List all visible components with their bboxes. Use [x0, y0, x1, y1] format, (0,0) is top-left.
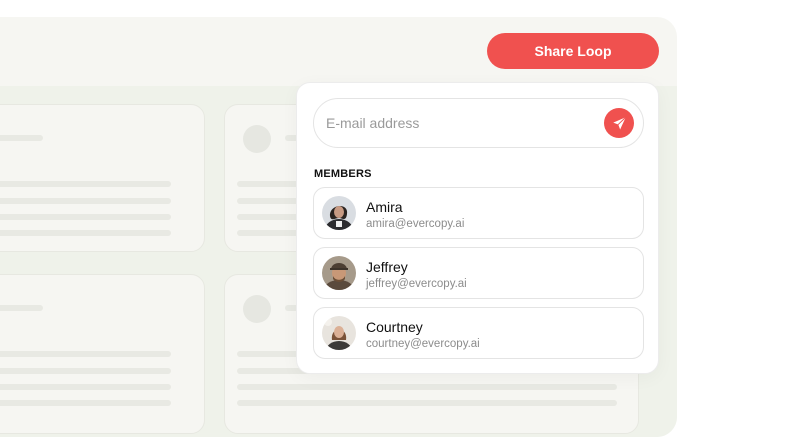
placeholder-line: [0, 181, 171, 187]
placeholder-line: [0, 214, 171, 220]
placeholder-avatar: [243, 295, 271, 323]
member-name: Jeffrey: [366, 259, 408, 275]
placeholder-line: [0, 305, 43, 311]
loop-card[interactable]: [0, 104, 205, 252]
avatar: [322, 256, 356, 290]
loop-card[interactable]: [0, 274, 205, 434]
member-item[interactable]: Courtney courtney@evercopy.ai: [313, 307, 644, 359]
send-icon: [612, 116, 626, 129]
members-heading: MEMBERS: [314, 168, 372, 180]
placeholder-line: [0, 230, 171, 236]
member-name: Amira: [366, 199, 403, 215]
member-item[interactable]: Amira amira@evercopy.ai: [313, 187, 644, 239]
placeholder-line: [0, 351, 171, 357]
share-loop-button[interactable]: Share Loop: [487, 33, 659, 69]
placeholder-line: [237, 384, 617, 390]
placeholder-line: [0, 198, 171, 204]
share-popover: MEMBERS Amira amira@evercopy.ai: [296, 82, 659, 374]
avatar: [322, 316, 356, 350]
send-invite-button[interactable]: [604, 108, 634, 138]
member-item[interactable]: Jeffrey jeffrey@evercopy.ai: [313, 247, 644, 299]
member-email: amira@evercopy.ai: [366, 218, 465, 230]
email-invite-field: [313, 98, 644, 148]
placeholder-avatar: [243, 125, 271, 153]
placeholder-line: [237, 400, 617, 406]
placeholder-line: [0, 384, 171, 390]
placeholder-line: [0, 400, 171, 406]
placeholder-line: [0, 135, 43, 141]
placeholder-line: [0, 368, 171, 374]
email-input[interactable]: [326, 99, 596, 147]
member-email: jeffrey@evercopy.ai: [366, 278, 467, 290]
avatar: [322, 196, 356, 230]
member-name: Courtney: [366, 319, 423, 335]
member-email: courtney@evercopy.ai: [366, 338, 480, 350]
